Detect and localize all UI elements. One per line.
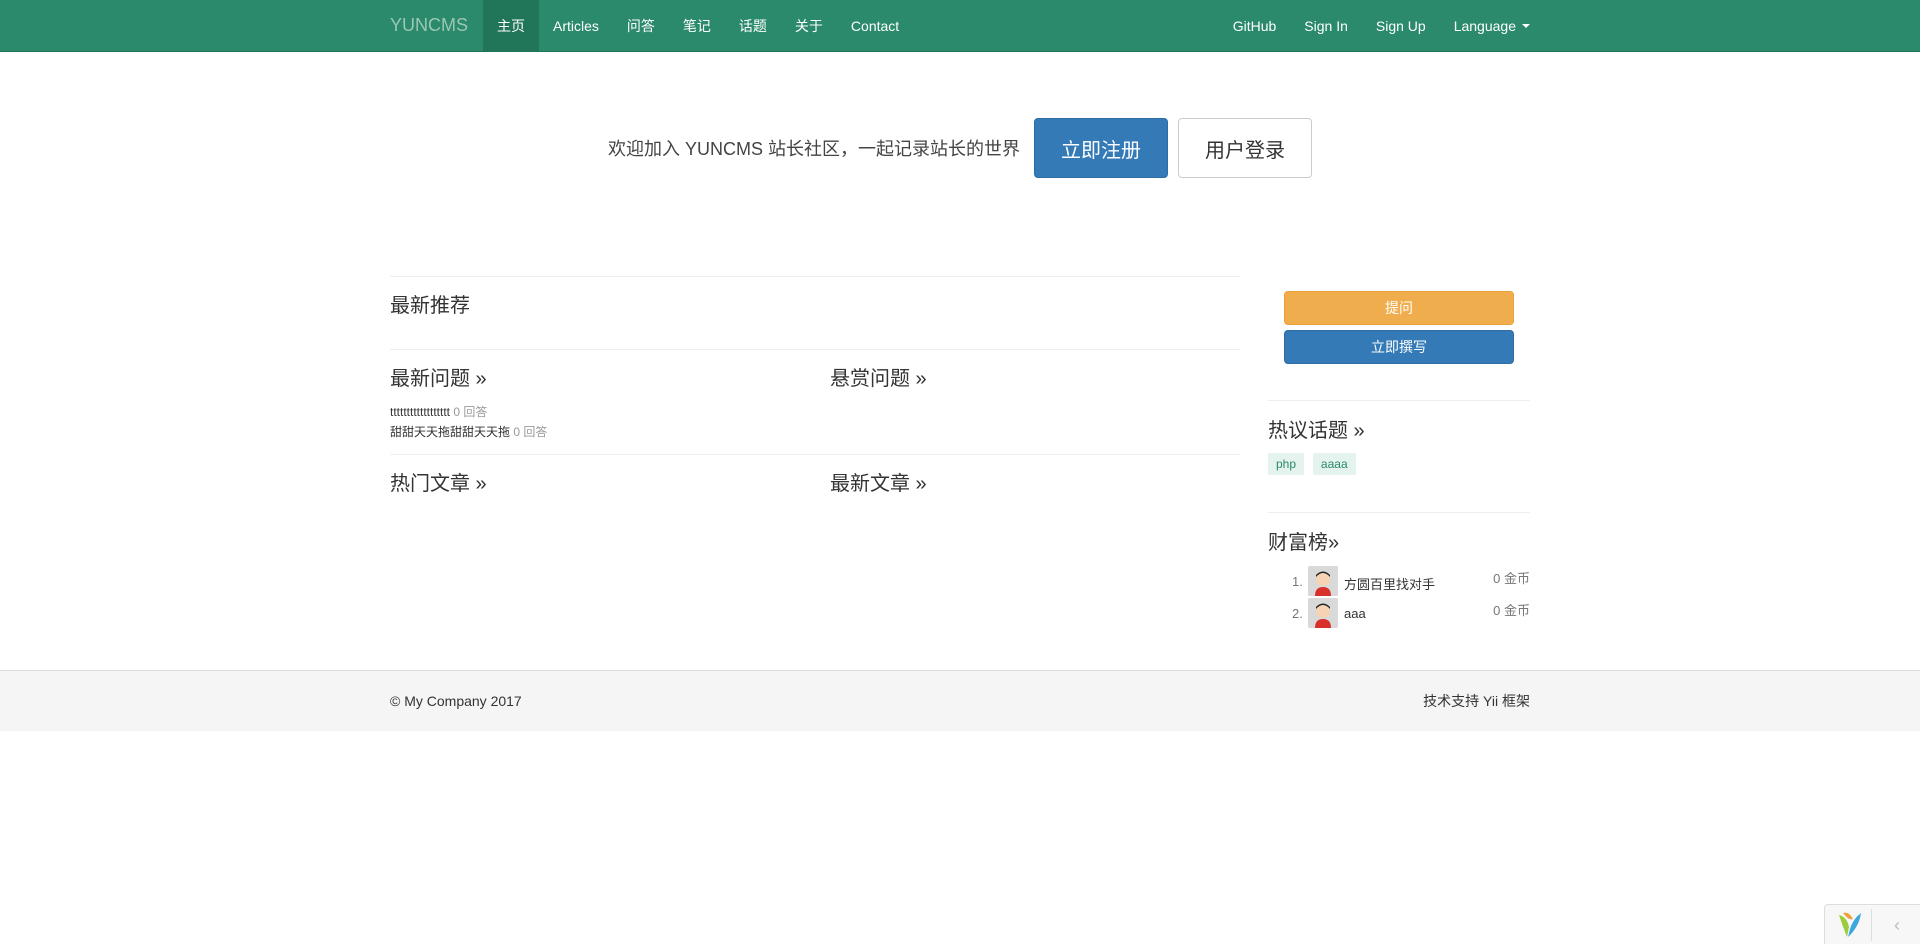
divider bbox=[390, 349, 1240, 350]
nav-contact[interactable]: Contact bbox=[837, 0, 913, 51]
ranking-user-name[interactable]: aaa bbox=[1344, 606, 1366, 621]
chevron-left-icon[interactable]: ‹ bbox=[1874, 905, 1920, 945]
language-label: Language bbox=[1453, 17, 1516, 34]
welcome-banner: 欢迎加入 YUNCMS 站长社区，一起记录站长的世界 立即注册 用户登录 bbox=[0, 118, 1920, 178]
copyright-text: © My Company 2017 bbox=[390, 693, 522, 709]
rank-number: 1. bbox=[1292, 574, 1303, 589]
divider bbox=[390, 454, 1240, 455]
answer-count: 0 回答 bbox=[513, 425, 548, 439]
powered-by-link[interactable]: 技术支持 Yii 框架 bbox=[1423, 691, 1530, 711]
question-list: tttttttttttttttttt 0 回答 甜甜天天拖甜甜天天拖 0 回答 bbox=[390, 402, 547, 442]
reward-questions-title[interactable]: 悬赏问题 » bbox=[830, 362, 927, 391]
nav-github[interactable]: GitHub bbox=[1219, 0, 1291, 51]
ask-question-button[interactable]: 提问 bbox=[1284, 291, 1514, 325]
caret-down-icon bbox=[1522, 23, 1530, 28]
answer-count: 0 回答 bbox=[453, 405, 488, 419]
rank-number: 2. bbox=[1292, 606, 1303, 621]
register-button[interactable]: 立即注册 bbox=[1034, 118, 1168, 178]
hot-topics-title[interactable]: 热议话题 » bbox=[1268, 414, 1365, 443]
ranking-coins: 0 金币 bbox=[1493, 603, 1530, 618]
page-footer: © My Company 2017 技术支持 Yii 框架 bbox=[0, 670, 1920, 731]
hot-articles-title[interactable]: 热门文章 » bbox=[390, 467, 487, 496]
wealth-ranking-title[interactable]: 财富榜» bbox=[1268, 526, 1339, 555]
question-title[interactable]: 甜甜天天拖甜甜天天拖 bbox=[390, 425, 510, 439]
latest-articles-title[interactable]: 最新文章 » bbox=[830, 467, 927, 496]
brand-logo[interactable]: YUNCMS bbox=[390, 0, 483, 51]
topic-tags: php aaaa bbox=[1268, 453, 1361, 475]
nav-sign-up[interactable]: Sign Up bbox=[1362, 0, 1440, 51]
divider bbox=[1268, 512, 1530, 513]
welcome-text: 欢迎加入 YUNCMS 站长社区，一起记录站长的世界 bbox=[607, 139, 1020, 159]
top-navbar: YUNCMS 主页 Articles 问答 笔记 话题 关于 Contact G… bbox=[0, 0, 1920, 52]
language-dropdown[interactable]: Language bbox=[1440, 0, 1530, 51]
recommend-title: 最新推荐 bbox=[390, 295, 470, 317]
tag-php[interactable]: php bbox=[1268, 453, 1305, 475]
ranking-user-name[interactable]: 方圆百里找对手 bbox=[1344, 574, 1435, 593]
divider bbox=[390, 276, 1240, 277]
list-item[interactable]: 甜甜天天拖甜甜天天拖 0 回答 bbox=[390, 422, 547, 442]
ranking-item: 1. 方圆百里找对手 0 金币 bbox=[1268, 566, 1530, 596]
nav-questions[interactable]: 问答 bbox=[613, 0, 669, 51]
yii-logo-icon[interactable] bbox=[1831, 909, 1872, 941]
tag-aaaa[interactable]: aaaa bbox=[1312, 453, 1356, 475]
latest-questions-title[interactable]: 最新问题 » bbox=[390, 362, 487, 391]
nav-articles[interactable]: Articles bbox=[539, 0, 613, 51]
write-button[interactable]: 立即撰写 bbox=[1284, 330, 1514, 364]
ranking-item: 2. aaa 0 金币 bbox=[1268, 598, 1530, 628]
avatar-icon[interactable] bbox=[1308, 598, 1338, 628]
nav-topics[interactable]: 话题 bbox=[725, 0, 781, 51]
list-item[interactable]: tttttttttttttttttt 0 回答 bbox=[390, 402, 547, 422]
nav-home[interactable]: 主页 bbox=[483, 0, 540, 51]
nav-about[interactable]: 关于 bbox=[781, 0, 837, 51]
nav-sign-in[interactable]: Sign In bbox=[1290, 0, 1362, 51]
question-title[interactable]: tttttttttttttttttt bbox=[390, 405, 450, 419]
nav-notes[interactable]: 笔记 bbox=[669, 0, 725, 51]
content-column: 最新推荐 最新问题 » 悬赏问题 » tttttttttttttttttt 0 … bbox=[390, 276, 1240, 495]
login-button[interactable]: 用户登录 bbox=[1178, 118, 1312, 178]
yii-debug-toolbar[interactable]: ‹ bbox=[1824, 904, 1920, 944]
avatar-icon[interactable] bbox=[1308, 566, 1338, 596]
divider bbox=[1268, 400, 1530, 401]
ranking-coins: 0 金币 bbox=[1493, 571, 1530, 586]
